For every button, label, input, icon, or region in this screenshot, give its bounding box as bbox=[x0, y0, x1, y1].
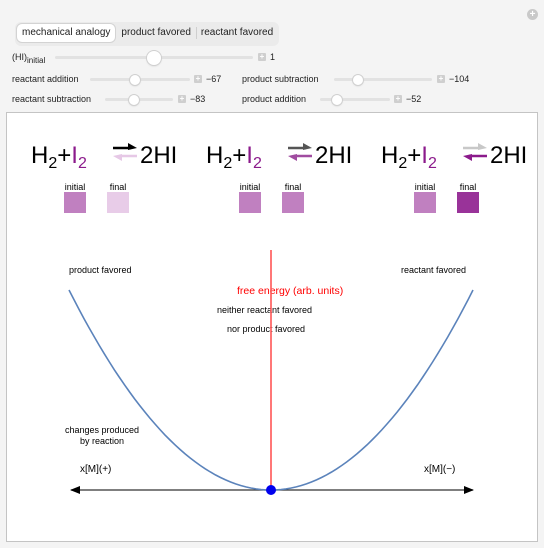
reverse-arrow-icon bbox=[463, 154, 487, 161]
final-color-swatch bbox=[457, 192, 479, 213]
final-label: final bbox=[110, 182, 127, 192]
hi-initial-value: 1 bbox=[270, 52, 276, 62]
forward-arrow-icon bbox=[113, 143, 137, 150]
forward-arrow-icon bbox=[288, 143, 312, 150]
final-label: final bbox=[285, 182, 302, 192]
reaction-product: 2HI bbox=[490, 142, 527, 169]
product-subtraction-expand-icon[interactable]: + bbox=[437, 75, 445, 83]
reactant-addition-label: reactant addition bbox=[12, 74, 79, 84]
product-addition-expand-icon[interactable]: + bbox=[394, 95, 402, 103]
reactant-subtraction-expand-icon[interactable]: + bbox=[178, 95, 186, 103]
reactant-subtraction-value: −83 bbox=[190, 94, 206, 104]
reaction-equation: H2+I2 bbox=[31, 142, 87, 172]
neither-favored-label: neither reactant favored bbox=[217, 305, 312, 315]
hi-initial-slider-thumb[interactable] bbox=[147, 50, 161, 65]
free-energy-axis-label: free energy (arb. units) bbox=[237, 285, 343, 297]
by-reaction-label: by reaction bbox=[80, 436, 124, 446]
visualization-canvas: H2+I2 2HI initial final H2+I2 2HI initial final… bbox=[31, 142, 527, 495]
plus-circle-icon[interactable]: + bbox=[527, 9, 538, 20]
reactant-addition-slider-thumb[interactable] bbox=[130, 74, 140, 85]
initial-color-swatch bbox=[414, 192, 436, 213]
reaction-equation: H2+I2 bbox=[381, 142, 437, 172]
initial-label: initial bbox=[65, 182, 86, 192]
reactant-favored-label: reactant favored bbox=[401, 265, 466, 275]
x-left-label: x[M](+) bbox=[80, 464, 111, 475]
hi-initial-expand-icon[interactable]: + bbox=[258, 53, 266, 61]
app-frame: + mechanical analogy product favored rea… bbox=[0, 0, 543, 546]
x-right-label: x[M](−) bbox=[424, 464, 455, 475]
equilibrium-ball[interactable] bbox=[266, 485, 276, 495]
reaction-product: 2HI bbox=[140, 142, 177, 169]
reaction-2: H2+I2 2HI initial final bbox=[206, 142, 352, 213]
tab-mechanical-analogy[interactable]: mechanical analogy bbox=[16, 23, 117, 43]
reaction-1: H2+I2 2HI initial final bbox=[31, 142, 177, 213]
reaction-product: 2HI bbox=[315, 142, 352, 169]
visualization-panel: H2+I2 2HI initial final H2+I2 2HI initial final… bbox=[6, 112, 538, 542]
initial-label: initial bbox=[240, 182, 261, 192]
initial-color-swatch bbox=[64, 192, 86, 213]
product-subtraction-value: −104 bbox=[449, 74, 470, 84]
final-label: final bbox=[460, 182, 477, 192]
reactant-subtraction-slider-thumb[interactable] bbox=[129, 94, 140, 105]
reaction-equations: H2+I2 2HI initial final H2+I2 2HI initial final… bbox=[31, 142, 527, 213]
hi-initial-label-main: (HI) bbox=[12, 52, 27, 62]
final-color-swatch bbox=[107, 192, 129, 213]
hi-initial-label-sub: initial bbox=[27, 56, 46, 65]
reactant-subtraction-label: reactant subtraction bbox=[12, 94, 92, 104]
product-addition-label: product addition bbox=[242, 94, 307, 104]
product-favored-label: product favored bbox=[69, 265, 132, 275]
product-addition-slider-thumb[interactable] bbox=[331, 94, 342, 105]
final-color-swatch bbox=[282, 192, 304, 213]
hi-initial-label: (HI)initial bbox=[12, 52, 45, 65]
initial-color-swatch bbox=[239, 192, 261, 213]
product-subtraction-label: product subtraction bbox=[242, 74, 319, 84]
reverse-arrow-icon bbox=[288, 154, 312, 161]
mode-tabs: mechanical analogy product favored react… bbox=[15, 22, 280, 46]
product-addition-value: −52 bbox=[406, 94, 422, 104]
initial-label: initial bbox=[415, 182, 436, 192]
reaction-3: H2+I2 2HI initial final bbox=[381, 142, 527, 213]
product-subtraction-slider-thumb[interactable] bbox=[352, 74, 363, 85]
changes-produced-label: changes produced bbox=[65, 425, 139, 435]
reaction-equation: H2+I2 bbox=[206, 142, 262, 172]
reactant-addition-slider[interactable] bbox=[90, 78, 190, 81]
reactant-addition-expand-icon[interactable]: + bbox=[194, 75, 202, 83]
tab-product-favored[interactable]: product favored bbox=[116, 23, 196, 43]
product-subtraction-slider[interactable] bbox=[334, 78, 432, 81]
forward-arrow-icon bbox=[463, 143, 487, 150]
tab-reactant-favored[interactable]: reactant favored bbox=[195, 23, 278, 43]
reverse-arrow-icon bbox=[113, 154, 137, 161]
product-addition-slider[interactable] bbox=[320, 98, 390, 101]
nor-product-favored-label: nor product favored bbox=[227, 324, 305, 334]
reactant-addition-value: −67 bbox=[206, 74, 222, 84]
